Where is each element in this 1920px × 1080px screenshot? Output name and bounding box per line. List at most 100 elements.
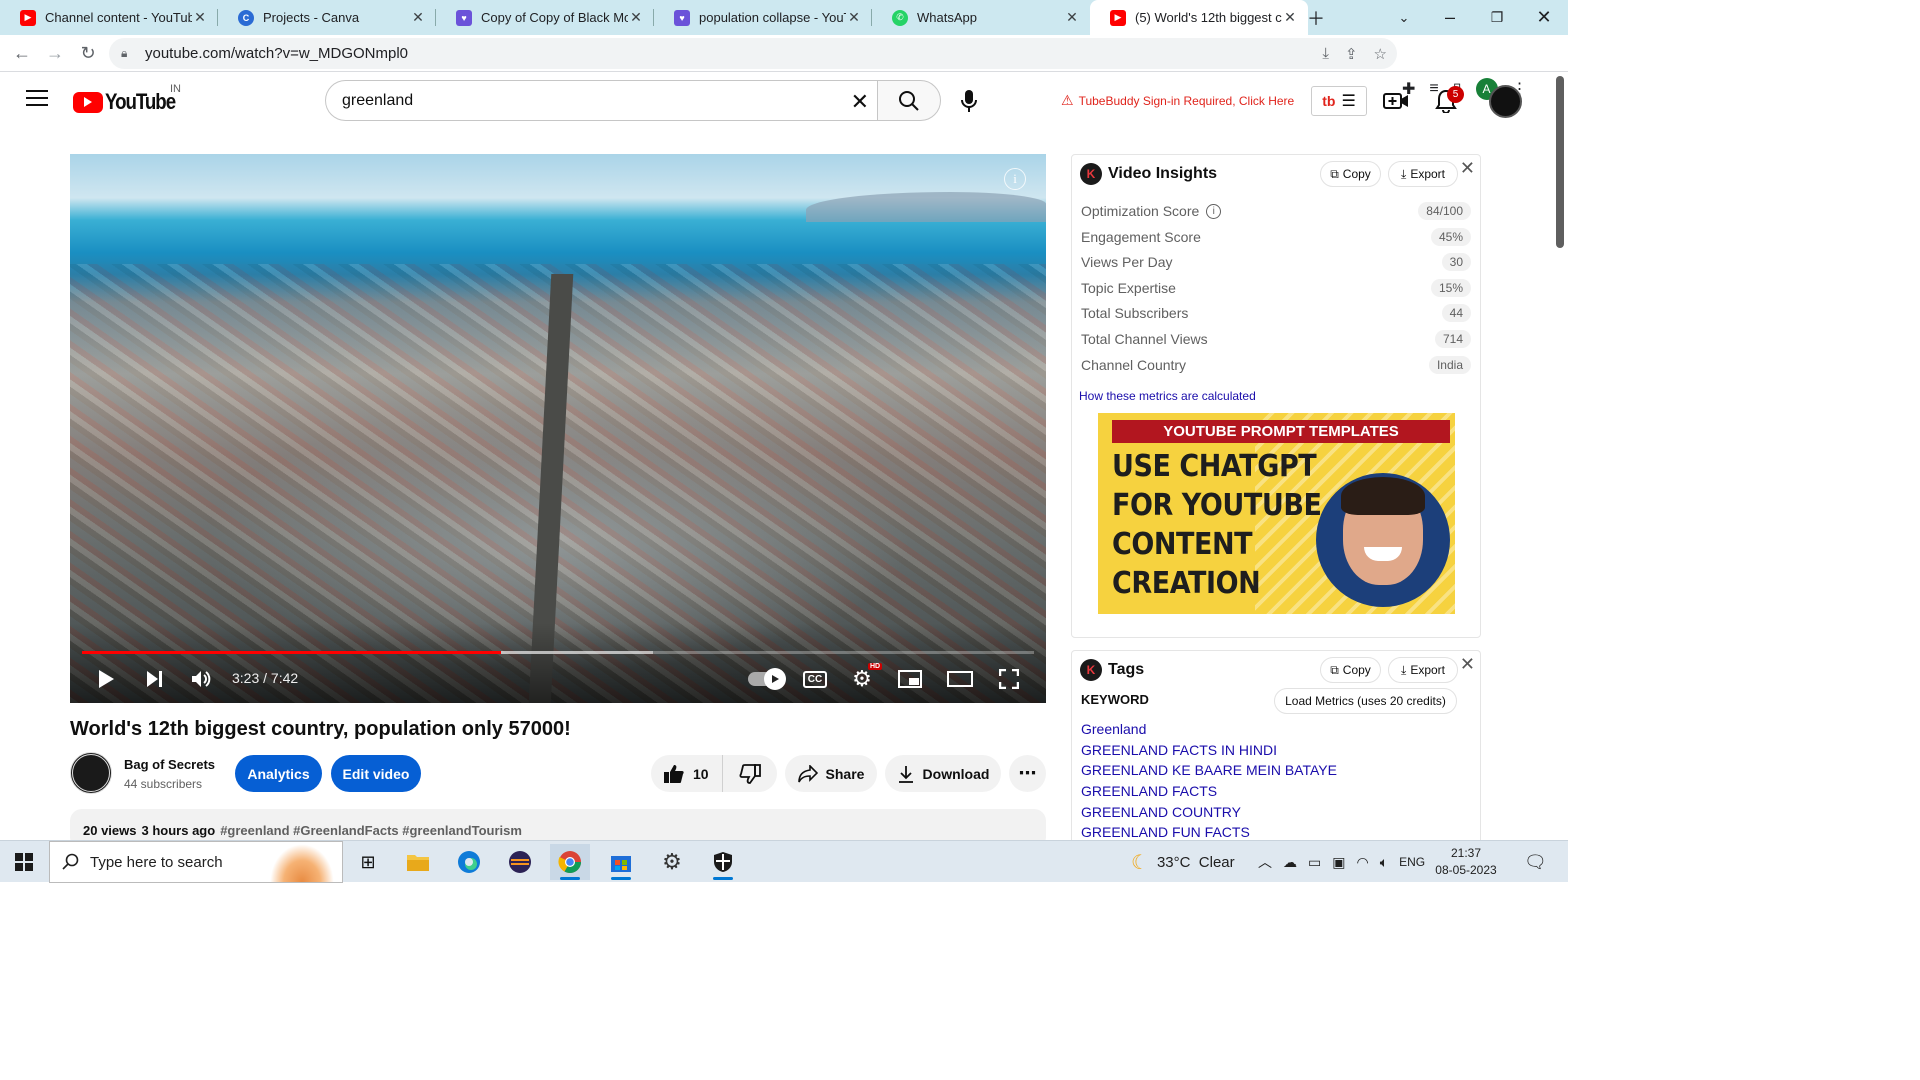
close-tab-icon[interactable]: ✕ xyxy=(192,9,208,26)
tubebuddy-menu-button[interactable]: tb ☰ xyxy=(1311,86,1367,116)
wifi-icon[interactable]: ◠ xyxy=(1356,854,1368,871)
search-input[interactable]: greenland ✕ xyxy=(325,80,877,121)
edit-video-button[interactable]: Edit video xyxy=(331,755,421,792)
reload-button[interactable]: ↻ xyxy=(71,35,105,72)
browser-tab[interactable]: C Projects - Canva ✕ xyxy=(218,0,436,35)
browser-tab[interactable]: ▶ Channel content - YouTube ✕ xyxy=(0,0,218,35)
close-tab-icon[interactable]: ✕ xyxy=(628,9,644,26)
fullscreen-button[interactable] xyxy=(995,665,1023,693)
search-button[interactable] xyxy=(877,80,941,121)
metric-row: Total Channel Views 714 xyxy=(1081,328,1471,350)
voice-search-button[interactable] xyxy=(953,85,985,117)
keyword-item[interactable]: GREENLAND FACTS xyxy=(1081,781,1471,802)
battery-icon[interactable]: ▭ xyxy=(1308,854,1321,871)
back-button[interactable]: ← xyxy=(5,35,39,72)
autoplay-switch xyxy=(748,668,786,690)
browser-tab[interactable]: ✆ WhatsApp ✕ xyxy=(872,0,1090,35)
lock-icon[interactable]: 🔒︎ xyxy=(121,46,135,61)
browser-tab[interactable]: ♥ Copy of Copy of Black Mod ✕ xyxy=(436,0,654,35)
chrome-browser-icon[interactable] xyxy=(550,844,590,880)
hashtags[interactable]: #greenland #GreenlandFacts #greenlandTou… xyxy=(220,823,522,838)
theater-mode-button[interactable] xyxy=(945,665,975,693)
metrics-help-link[interactable]: How these metrics are calculated xyxy=(1079,389,1256,403)
youtube-logo[interactable]: YouTube IN xyxy=(73,83,187,115)
tab-search-chevron-icon[interactable]: ⌄ xyxy=(1384,0,1424,35)
close-panel-icon[interactable]: ✕ xyxy=(1460,654,1475,675)
settings-gear-icon[interactable]: ⚙ xyxy=(652,844,692,880)
device-icon[interactable]: ▣ xyxy=(1332,854,1345,871)
channel-avatar[interactable] xyxy=(70,752,112,794)
taskbar-clock[interactable]: 21:37 08-05-2023 xyxy=(1431,845,1501,879)
dislike-button[interactable] xyxy=(723,763,777,784)
more-actions-button[interactable]: ⋯ xyxy=(1009,755,1046,792)
close-panel-icon[interactable]: ✕ xyxy=(1460,158,1475,179)
new-tab-button[interactable]: ＋ xyxy=(1296,0,1336,35)
load-metrics-button[interactable]: Load Metrics (uses 20 credits) xyxy=(1274,688,1457,714)
scrollbar-thumb[interactable] xyxy=(1556,76,1564,248)
tubebuddy-signin-link[interactable]: ⚠ TubeBuddy Sign-in Required, Click Here xyxy=(1061,92,1294,109)
microsoft-store-icon[interactable] xyxy=(601,844,641,880)
browser-tab-active[interactable]: ▶ (5) World's 12th biggest co ✕ xyxy=(1090,0,1308,35)
edge-browser-icon[interactable] xyxy=(449,844,489,880)
keyword-item[interactable]: GREENLAND FACTS IN HINDI xyxy=(1081,740,1471,761)
copy-tags-button[interactable]: ⧉ Copy xyxy=(1320,657,1381,683)
install-app-icon[interactable]: ⤓ xyxy=(1322,45,1329,62)
info-icon[interactable]: i xyxy=(1004,168,1026,190)
export-insights-button[interactable]: ⤓ Export xyxy=(1388,161,1458,187)
promo-banner-image[interactable]: YOUTUBE PROMPT TEMPLATES USE CHATGPT FOR… xyxy=(1098,413,1455,614)
weather-widget[interactable]: ☾ 33°C Clear xyxy=(1131,841,1235,883)
windows-start-icon[interactable] xyxy=(15,853,33,871)
warning-icon: ⚠ xyxy=(1061,92,1074,108)
onedrive-cloud-icon[interactable]: ☁ xyxy=(1283,854,1297,871)
show-hidden-icons-chevron[interactable]: ︿ xyxy=(1258,852,1272,872)
taskbar-search-box[interactable]: Type here to search xyxy=(49,841,343,883)
info-circle-icon[interactable]: i xyxy=(1206,203,1222,219)
guide-menu-icon[interactable] xyxy=(26,90,48,111)
play-button[interactable] xyxy=(92,665,120,693)
keyword-item[interactable]: GREENLAND COUNTRY xyxy=(1081,802,1471,823)
download-button[interactable]: Download xyxy=(885,755,1001,792)
account-avatar[interactable] xyxy=(1489,85,1522,118)
eclipse-ide-icon[interactable] xyxy=(500,844,540,880)
close-tab-icon[interactable]: ✕ xyxy=(410,9,426,26)
analytics-button[interactable]: Analytics xyxy=(235,755,322,792)
minimize-button[interactable]: – xyxy=(1430,0,1470,35)
subtitles-button[interactable]: CC xyxy=(800,665,830,693)
notification-center-icon[interactable]: 🗨︎ xyxy=(1524,841,1547,883)
create-button[interactable] xyxy=(1381,86,1411,116)
promo-line: CREATION xyxy=(1112,566,1261,601)
close-tab-icon[interactable]: ✕ xyxy=(846,9,862,26)
keyword-item[interactable]: GREENLAND KE BAARE MEIN BATAYE xyxy=(1081,760,1471,781)
channel-name[interactable]: Bag of Secrets xyxy=(124,757,215,772)
miniplayer-button[interactable] xyxy=(896,665,924,693)
next-button[interactable] xyxy=(141,665,169,693)
share-button[interactable]: Share xyxy=(785,755,877,792)
restore-button[interactable]: ❐ xyxy=(1477,0,1517,35)
mute-button[interactable] xyxy=(188,665,216,693)
keyword-item[interactable]: Greenland xyxy=(1081,719,1471,740)
speaker-icon[interactable]: 🔈︎ xyxy=(1380,854,1388,871)
next-icon xyxy=(147,671,162,687)
clear-search-icon[interactable]: ✕ xyxy=(851,89,869,115)
copy-insights-button[interactable]: ⧉ Copy xyxy=(1320,161,1381,187)
task-view-icon[interactable]: ⊞ xyxy=(348,844,388,880)
autoplay-toggle[interactable] xyxy=(746,665,786,693)
export-tags-button[interactable]: ⤓ Export xyxy=(1388,657,1458,683)
url-bar[interactable]: 🔒︎ youtube.com/watch?v=w_MDGONmpl0 ⤓ ⇪ ☆ xyxy=(109,38,1397,69)
security-shield-icon[interactable] xyxy=(703,844,743,880)
system-tray: ︿ ☁ ▭ ▣ ◠ 🔈︎ ENG xyxy=(1258,841,1425,883)
window-close-button[interactable]: ✕ xyxy=(1524,0,1564,35)
like-button[interactable]: 10 xyxy=(651,755,723,792)
bookmark-star-icon[interactable]: ☆ xyxy=(1374,45,1387,63)
language-indicator[interactable]: ENG xyxy=(1399,855,1425,869)
file-explorer-icon[interactable] xyxy=(398,844,438,880)
video-player[interactable]: i 3:23 / 7:42 CC ⚙ HD xyxy=(70,154,1046,703)
create-video-icon xyxy=(1383,93,1408,109)
close-tab-icon[interactable]: ✕ xyxy=(1064,9,1080,26)
hamburger-icon: ☰ xyxy=(1341,93,1356,110)
progress-bar[interactable] xyxy=(82,651,1034,654)
share-page-icon[interactable]: ⇪ xyxy=(1345,45,1358,63)
page-scrollbar[interactable] xyxy=(1552,72,1568,840)
browser-tab[interactable]: ♥ population collapse - YouTu ✕ xyxy=(654,0,872,35)
forward-button[interactable]: → xyxy=(38,35,72,72)
